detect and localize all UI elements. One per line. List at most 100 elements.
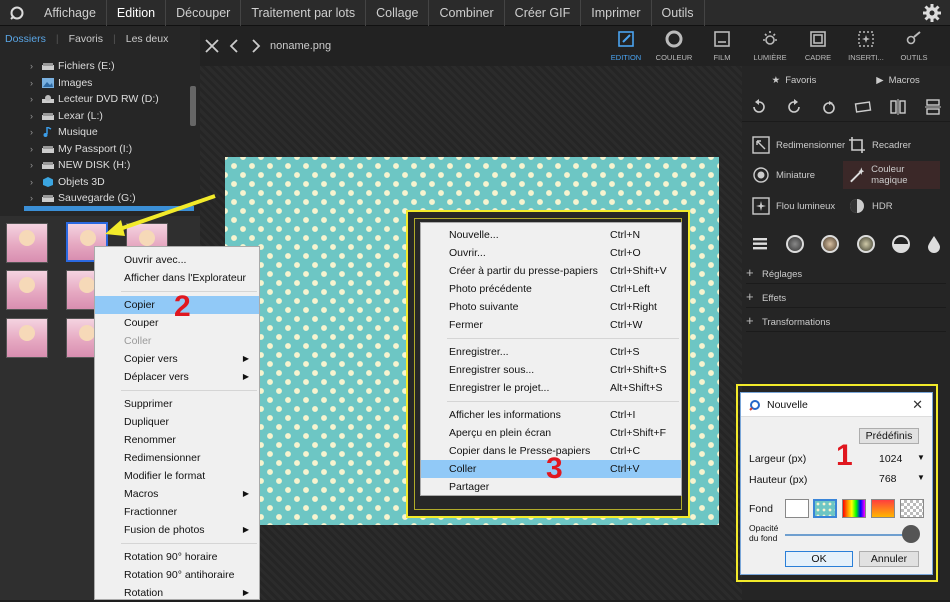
background-white-swatch[interactable] bbox=[785, 499, 809, 518]
ctx-item-rotation[interactable]: Rotation ▶ bbox=[95, 584, 259, 602]
tab-dossiers[interactable]: Dossiers bbox=[0, 33, 51, 45]
ctx-item-macros[interactable]: Macros ▶ bbox=[95, 485, 259, 503]
close-icon[interactable] bbox=[204, 38, 220, 54]
redimensionner-button[interactable]: Redimensionner bbox=[752, 131, 845, 159]
menu-affichage[interactable]: Affichage bbox=[34, 0, 107, 26]
tree-scrollbar[interactable] bbox=[190, 86, 196, 126]
drop-icon[interactable] bbox=[927, 235, 941, 253]
largeur-select[interactable]: 1024 bbox=[879, 453, 902, 465]
ctx-item-fractionner[interactable]: Fractionner bbox=[95, 503, 259, 521]
edit-item-fermer[interactable]: Fermer Ctrl+W bbox=[421, 316, 681, 334]
ctx-item-modifier-le-format[interactable]: Modifier le format bbox=[95, 467, 259, 485]
edit-item-enregistrer-le-projet[interactable]: Enregistrer le projet... Alt+Shift+S bbox=[421, 379, 681, 397]
flip-vertical-icon[interactable] bbox=[924, 98, 942, 116]
filter-preset-1[interactable] bbox=[785, 235, 804, 253]
predefinis-button[interactable]: Prédéfinis bbox=[859, 428, 919, 444]
chevron-right-icon[interactable]: › bbox=[30, 58, 33, 75]
section-reglages[interactable]: + Réglages bbox=[746, 262, 946, 284]
ctx-item-rotation-90-antihoraire[interactable]: Rotation 90° antihoraire bbox=[95, 566, 259, 584]
ctx-item-redimensionner[interactable]: Redimensionner bbox=[95, 449, 259, 467]
tree-item-fichiers-e[interactable]: › Fichiers (E:) bbox=[0, 58, 200, 75]
filter-preset-3[interactable] bbox=[856, 235, 875, 253]
tree-item-objets-3d[interactable]: › Objets 3D bbox=[0, 174, 200, 191]
menu-combiner[interactable]: Combiner bbox=[429, 0, 505, 26]
filter-preset-4[interactable] bbox=[891, 235, 910, 253]
opacity-slider-knob[interactable] bbox=[902, 525, 920, 543]
chevron-down-icon[interactable]: ▼ bbox=[917, 453, 925, 462]
tool-outils[interactable]: OUTILS bbox=[892, 28, 936, 66]
background-gradient-swatch[interactable] bbox=[842, 499, 866, 518]
miniature-button[interactable]: Miniature bbox=[752, 161, 815, 189]
list-icon[interactable] bbox=[751, 235, 769, 253]
tree-item-lexar-l[interactable]: › Lexar (L:) bbox=[0, 108, 200, 125]
tab-favoris[interactable]: Favoris bbox=[64, 33, 108, 45]
dialog-close-icon[interactable]: ✕ bbox=[912, 397, 923, 413]
tree-item-my-passport-i[interactable]: › My Passport (I:) bbox=[0, 141, 200, 158]
opacity-slider-track[interactable] bbox=[785, 534, 913, 536]
recadrer-button[interactable]: Recadrer bbox=[848, 131, 911, 159]
ctx-item-copier-vers[interactable]: Copier vers ▶ bbox=[95, 350, 259, 368]
menu-outils[interactable]: Outils bbox=[652, 0, 705, 26]
couleur-magique-button[interactable]: Couleur magique bbox=[843, 161, 940, 189]
menu-edition[interactable]: Edition bbox=[107, 0, 167, 26]
edit-item-nouvelle[interactable]: Nouvelle... Ctrl+N bbox=[421, 226, 681, 244]
chevron-down-icon[interactable]: ▼ bbox=[917, 473, 925, 482]
section-effets[interactable]: + Effets bbox=[746, 286, 946, 308]
tree-item-new-disk-h[interactable]: › NEW DISK (H:) bbox=[0, 157, 200, 174]
ctx-item-dupliquer[interactable]: Dupliquer bbox=[95, 413, 259, 431]
tab-les-deux[interactable]: Les deux bbox=[121, 33, 174, 45]
background-red-swatch[interactable] bbox=[871, 499, 895, 518]
chevron-right-icon[interactable]: › bbox=[30, 190, 33, 207]
tree-item-musique[interactable]: › Musique bbox=[0, 124, 200, 141]
rotate-left-icon[interactable] bbox=[750, 98, 768, 116]
hdr-button[interactable]: HDR bbox=[848, 192, 893, 220]
menu-creer-gif[interactable]: Créer GIF bbox=[505, 0, 582, 26]
section-transformations[interactable]: + Transformations bbox=[746, 310, 946, 332]
edit-item-enregistrer[interactable]: Enregistrer... Ctrl+S bbox=[421, 343, 681, 361]
ctx-item-afficher-dans-l-explorateur[interactable]: Afficher dans l'Explorateur bbox=[95, 269, 259, 287]
chevron-right-icon[interactable]: › bbox=[30, 124, 33, 141]
previous-arrow-icon[interactable] bbox=[228, 38, 240, 54]
tool-film[interactable]: FILM bbox=[700, 28, 744, 66]
edit-item-ouvrir[interactable]: Ouvrir... Ctrl+O bbox=[421, 244, 681, 262]
flou-lumineux-button[interactable]: Flou lumineux bbox=[752, 192, 835, 220]
edit-item-afficher-les-informations[interactable]: Afficher les informations Ctrl+I bbox=[421, 406, 681, 424]
ctx-item-renommer[interactable]: Renommer bbox=[95, 431, 259, 449]
thumbnail[interactable] bbox=[6, 318, 48, 358]
chevron-right-icon[interactable]: › bbox=[30, 157, 33, 174]
tool-edition[interactable]: EDITION bbox=[604, 28, 648, 66]
settings-gear-icon[interactable] bbox=[922, 3, 942, 23]
chevron-right-icon[interactable]: › bbox=[30, 75, 33, 92]
ctx-item-fusion-de-photos[interactable]: Fusion de photos ▶ bbox=[95, 521, 259, 539]
chevron-right-icon[interactable]: › bbox=[30, 108, 33, 125]
edit-item-enregistrer-sous[interactable]: Enregistrer sous... Ctrl+Shift+S bbox=[421, 361, 681, 379]
chevron-right-icon[interactable]: › bbox=[30, 91, 33, 108]
tool-couleur[interactable]: COULEUR bbox=[652, 28, 696, 66]
ctx-item-supprimer[interactable]: Supprimer bbox=[95, 395, 259, 413]
annuler-button[interactable]: Annuler bbox=[859, 551, 919, 567]
menu-collage[interactable]: Collage bbox=[366, 0, 430, 26]
tool-inserti[interactable]: INSERTI... bbox=[844, 28, 888, 66]
tree-item-images[interactable]: › Images bbox=[0, 75, 200, 92]
straighten-icon[interactable] bbox=[854, 98, 872, 116]
background-image-swatch[interactable] bbox=[813, 499, 837, 518]
chevron-right-icon[interactable]: › bbox=[30, 174, 33, 191]
tab-macros[interactable]: ▶ Macros bbox=[846, 70, 950, 90]
edit-item-creer-a-partir-du-presse-papiers[interactable]: Créer à partir du presse-papiers Ctrl+Shi… bbox=[421, 262, 681, 280]
thumbnail[interactable] bbox=[6, 223, 48, 263]
menu-decouper[interactable]: Découper bbox=[166, 0, 242, 26]
filter-preset-2[interactable] bbox=[821, 235, 840, 253]
edit-item-apercu-en-plein-ecran[interactable]: Aperçu en plein écran Ctrl+Shift+F bbox=[421, 424, 681, 442]
edit-item-photo-precedente[interactable]: Photo précédente Ctrl+Left bbox=[421, 280, 681, 298]
flip-horizontal-icon[interactable] bbox=[889, 98, 907, 116]
rotate-right-icon[interactable] bbox=[785, 98, 803, 116]
background-transparent-swatch[interactable] bbox=[900, 499, 924, 518]
edit-item-photo-suivante[interactable]: Photo suivante Ctrl+Right bbox=[421, 298, 681, 316]
ok-button[interactable]: OK bbox=[785, 551, 853, 567]
menu-traitement-par-lots[interactable]: Traitement par lots bbox=[241, 0, 367, 26]
thumbnail[interactable] bbox=[6, 270, 48, 310]
next-arrow-icon[interactable] bbox=[250, 38, 262, 54]
tree-item-lecteur-dvd-rw-d[interactable]: › Lecteur DVD RW (D:) bbox=[0, 91, 200, 108]
tool-lumiere[interactable]: LUMIÈRE bbox=[748, 28, 792, 66]
tab-favoris-tools[interactable]: ★ Favoris bbox=[742, 70, 846, 90]
